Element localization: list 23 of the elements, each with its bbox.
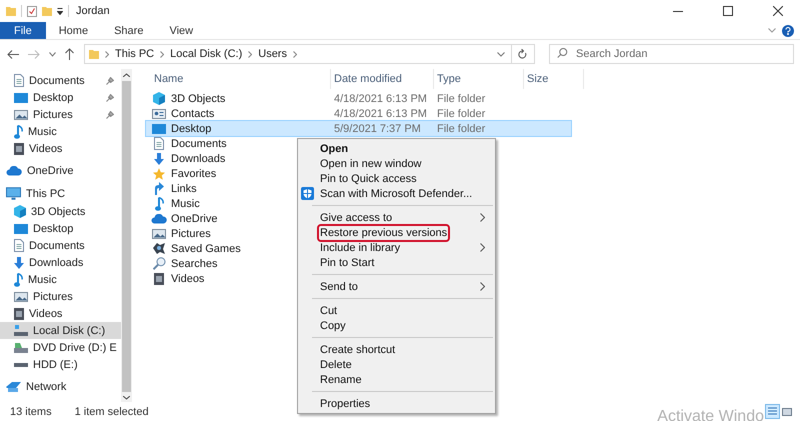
file-name: Music: [171, 198, 200, 210]
file-name: Searches: [171, 258, 218, 270]
selection-count: 1 item selected: [74, 406, 149, 418]
type-cell-text: File folder: [436, 122, 486, 134]
item-count: 13 items: [10, 406, 52, 418]
file-name: Contacts: [171, 108, 214, 120]
file-name: OneDrive: [171, 212, 218, 224]
date-cell-text: 4/18/2021 6:13 PM: [333, 92, 428, 104]
file-name: Documents: [171, 138, 227, 150]
type-cell-text: File folder: [436, 92, 486, 104]
file-name: Pictures: [171, 228, 211, 240]
file-name: Favorites: [171, 168, 216, 180]
file-name: Videos: [171, 272, 204, 284]
file-name: Desktop: [171, 122, 212, 134]
window-title: Jordan: [76, 5, 110, 17]
date-cell-text: 4/18/2021 6:13 PM: [333, 108, 428, 120]
type-cell-text: File folder: [436, 108, 486, 120]
activation-notice: Activate Windo: [657, 408, 764, 421]
file-name: Links: [171, 182, 197, 194]
file-name: 3D Objects: [171, 92, 226, 104]
file-name: Downloads: [171, 152, 226, 164]
file-name: Saved Games: [171, 242, 241, 254]
date-cell-text: 5/9/2021 7:37 PM: [333, 122, 422, 134]
